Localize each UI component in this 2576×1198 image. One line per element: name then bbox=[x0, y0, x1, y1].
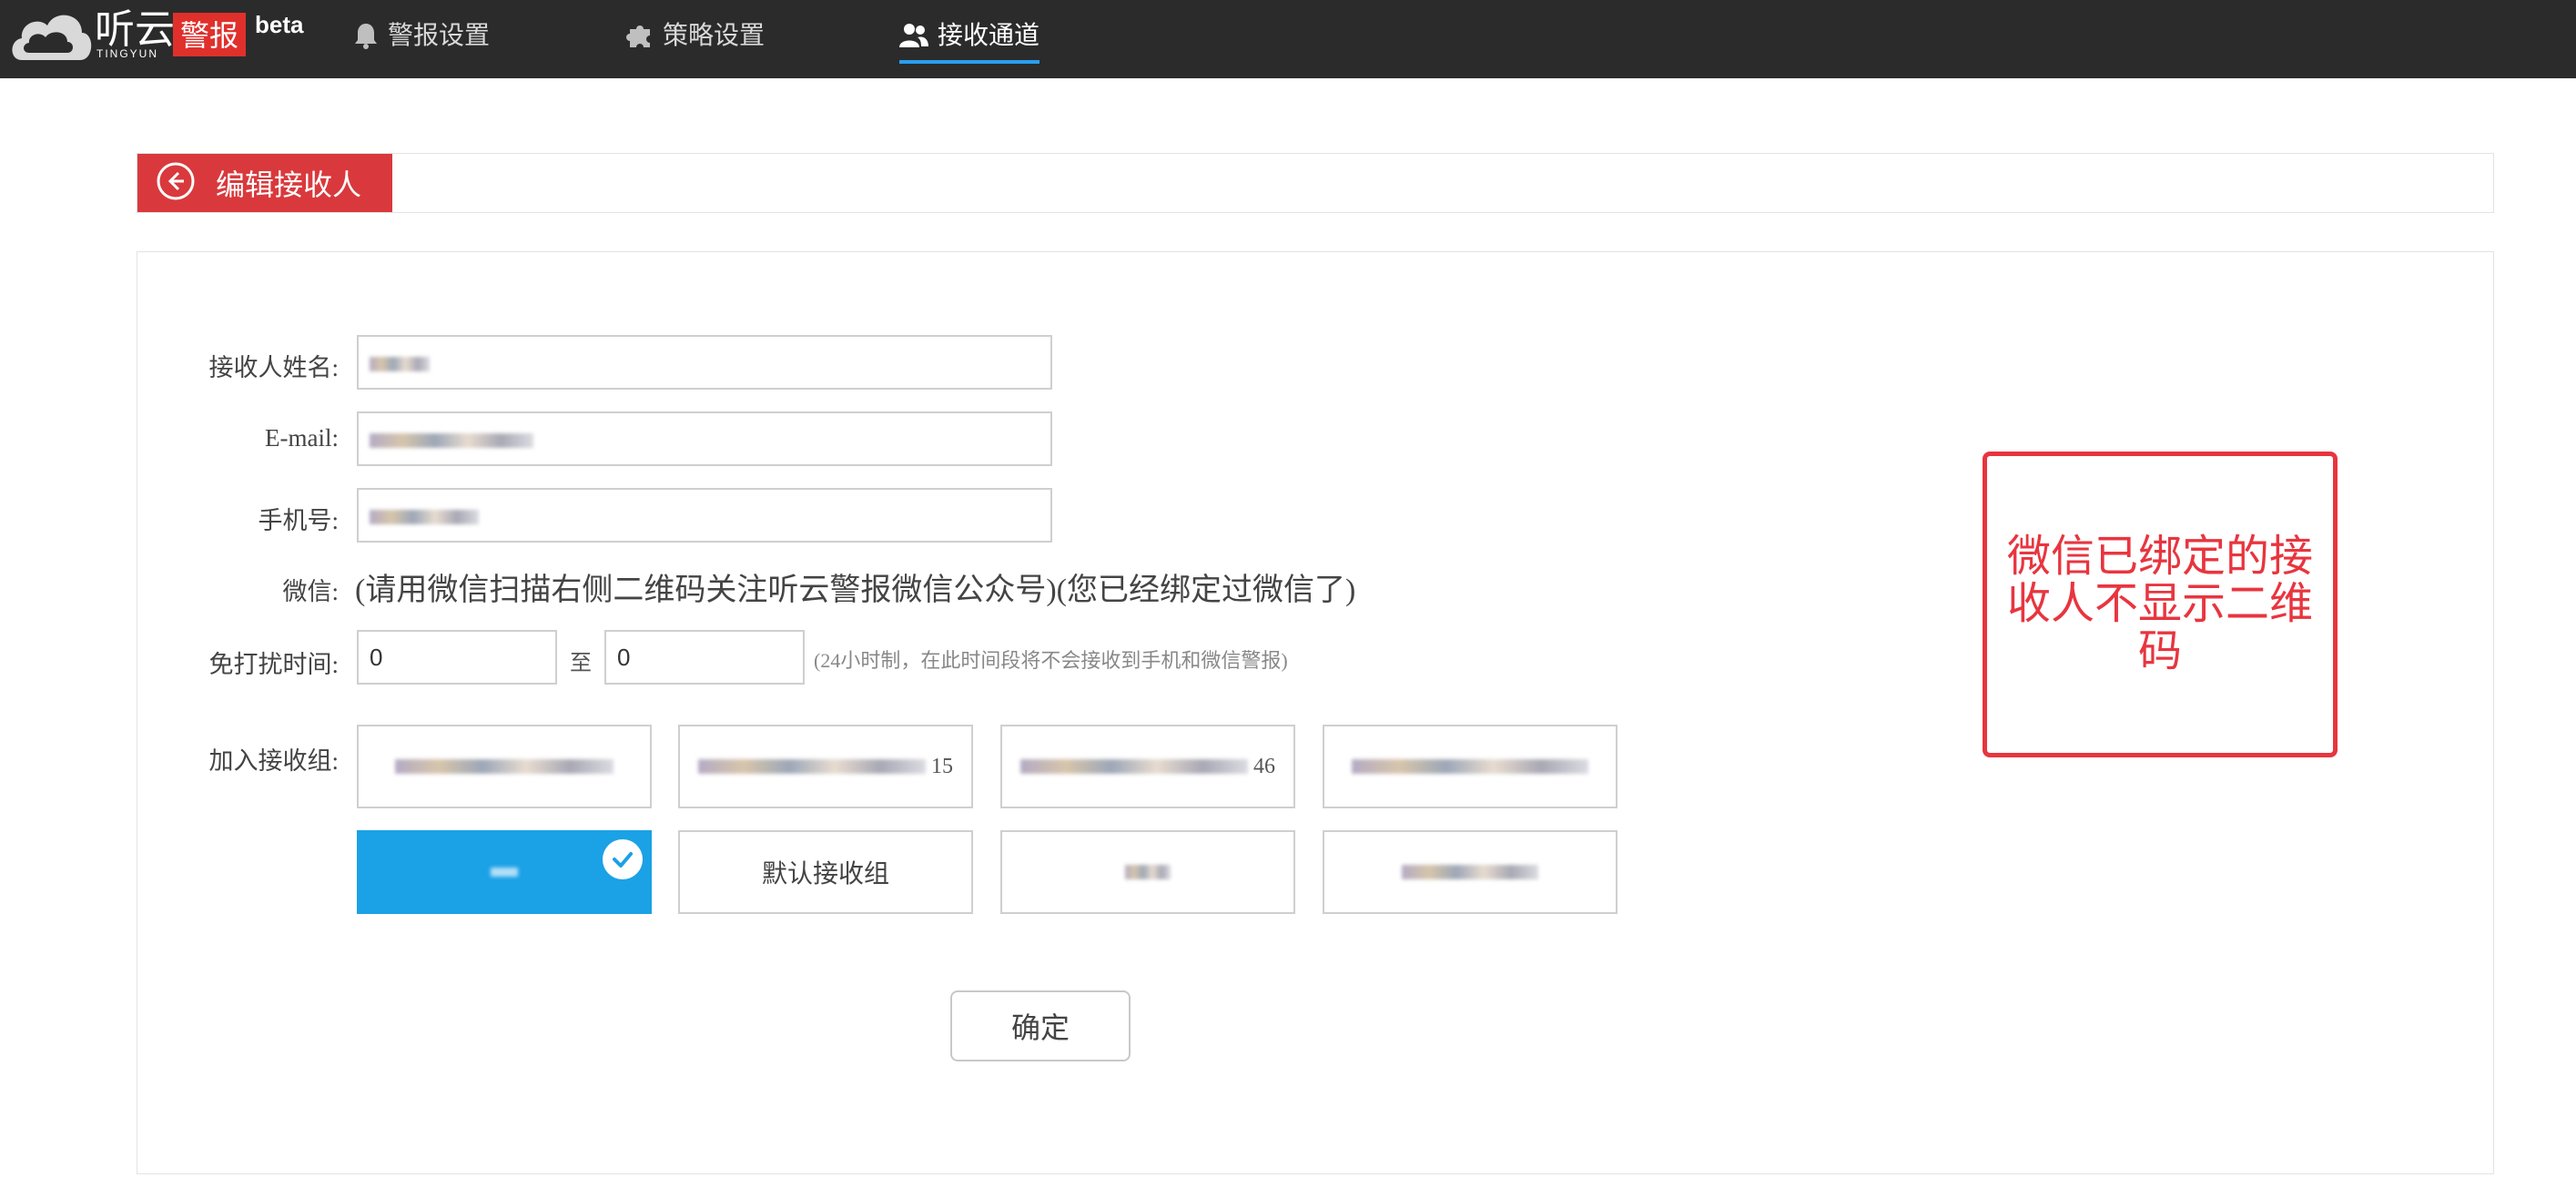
dnd-to-input[interactable]: 0 bbox=[604, 630, 805, 685]
nav-policy-settings[interactable]: 策略设置 bbox=[626, 16, 765, 64]
nav-receive-channels[interactable]: 接收通道 bbox=[899, 16, 1040, 64]
page-title: 编辑接收人 bbox=[216, 168, 362, 201]
brand-name: 听云 bbox=[95, 7, 175, 52]
nav-label: 策略设置 bbox=[663, 21, 766, 49]
group-option[interactable]: 15 bbox=[678, 725, 973, 808]
redacted-value bbox=[370, 357, 430, 372]
redacted-group-name bbox=[1125, 865, 1171, 879]
nav-label: 警报设置 bbox=[388, 21, 491, 49]
beta-label: beta bbox=[255, 11, 304, 38]
group-option[interactable] bbox=[357, 725, 652, 808]
redacted-group-name bbox=[698, 759, 926, 774]
phone-label: 手机号: bbox=[258, 507, 339, 534]
email-label: E-mail: bbox=[265, 424, 339, 452]
top-navbar: 听云 TINGYUN 警报 beta 警报设置 策略设置 接收通道 bbox=[0, 0, 2576, 78]
dnd-to-label: 至 bbox=[570, 651, 592, 675]
redacted-group-name bbox=[1020, 759, 1248, 774]
back-arrow-icon[interactable] bbox=[156, 161, 196, 206]
group-option[interactable] bbox=[1323, 830, 1618, 914]
confirm-button[interactable]: 确定 bbox=[950, 990, 1131, 1061]
redacted-group-name bbox=[491, 868, 518, 877]
nav-label: 接收通道 bbox=[938, 21, 1040, 49]
page-title-tab: 编辑接收人 bbox=[137, 154, 392, 212]
redacted-group-name bbox=[395, 759, 614, 774]
group-option[interactable]: 46 bbox=[1000, 725, 1295, 808]
nav-alert-settings[interactable]: 警报设置 bbox=[353, 16, 490, 64]
checkmark-icon bbox=[603, 839, 643, 879]
brand-sub: TINGYUN bbox=[96, 47, 158, 60]
cloud-logo-icon bbox=[7, 5, 95, 74]
group-option-default[interactable]: 默认接收组 bbox=[678, 830, 973, 914]
email-input[interactable] bbox=[357, 411, 1052, 466]
redacted-value bbox=[370, 433, 533, 449]
header-strip bbox=[137, 153, 2494, 213]
brand-badge: 警报 bbox=[173, 13, 247, 56]
group-option[interactable] bbox=[1000, 830, 1295, 914]
bell-icon bbox=[355, 24, 377, 49]
active-tab-underline bbox=[899, 60, 1040, 64]
annotation-callout: 微信已绑定的接收人不显示二维码 bbox=[1983, 452, 2338, 757]
group-suffix: 15 bbox=[931, 754, 953, 778]
redacted-group-name bbox=[1402, 865, 1538, 879]
groups-label: 加入接收组: bbox=[208, 747, 339, 775]
redacted-group-name bbox=[1352, 759, 1588, 774]
redacted-value bbox=[370, 510, 479, 525]
puzzle-icon bbox=[626, 25, 650, 47]
dnd-from-input[interactable]: 0 bbox=[357, 630, 557, 685]
phone-input[interactable] bbox=[357, 488, 1052, 543]
name-input[interactable] bbox=[357, 335, 1052, 390]
name-label: 接收人姓名: bbox=[208, 354, 339, 381]
dnd-hint: (24小时制，在此时间段将不会接收到手机和微信警报) bbox=[814, 649, 1288, 672]
wechat-label: 微信: bbox=[282, 578, 339, 605]
group-suffix: 46 bbox=[1253, 754, 1275, 778]
dnd-label: 免打扰时间: bbox=[208, 651, 339, 678]
wechat-note: (请用微信扫描右侧二维码关注听云警报微信公众号)(您已经绑定过微信了) bbox=[355, 574, 1356, 607]
users-icon bbox=[899, 24, 928, 47]
group-option[interactable] bbox=[1323, 725, 1618, 808]
group-option-selected[interactable] bbox=[357, 830, 652, 914]
group-label: 默认接收组 bbox=[761, 860, 889, 888]
